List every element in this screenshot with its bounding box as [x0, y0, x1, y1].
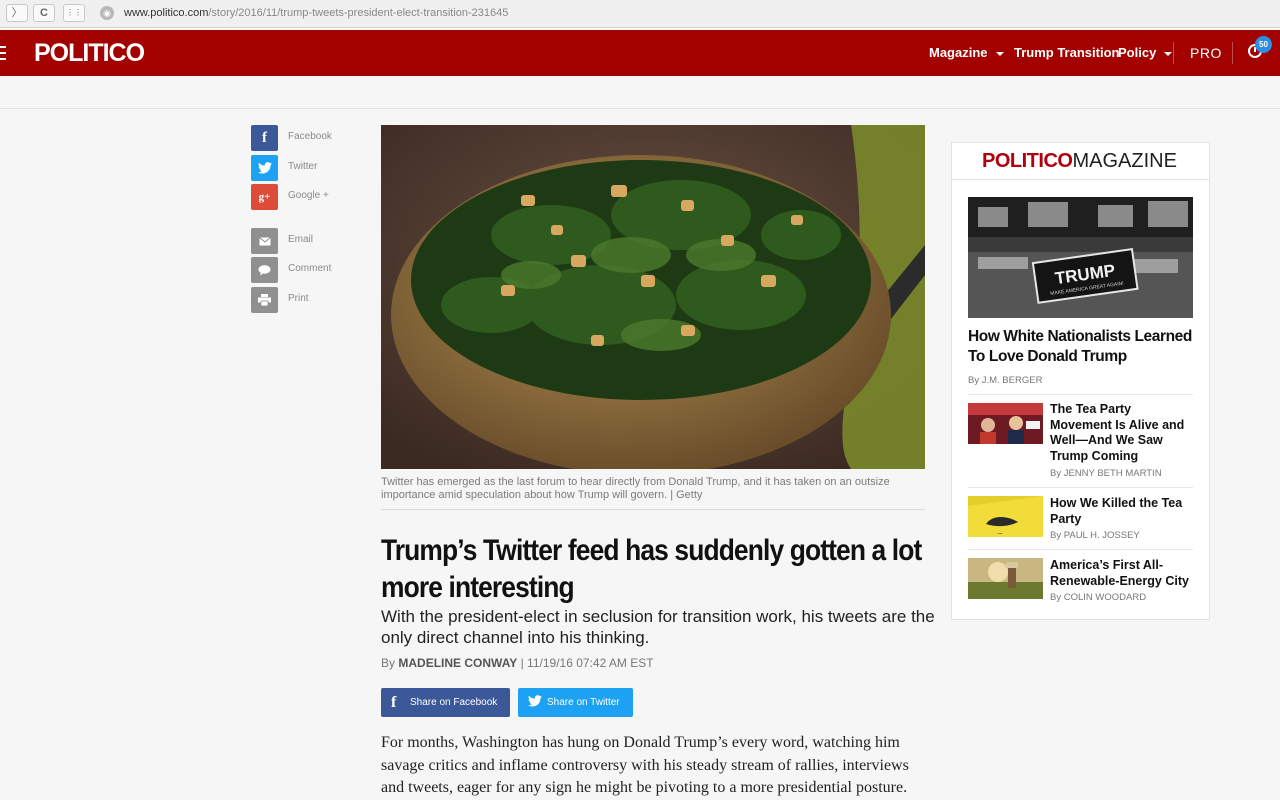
author-link[interactable]: MADELINE CONWAY	[398, 656, 517, 670]
nav-divider	[1173, 42, 1174, 64]
share-print-label: Print	[288, 293, 309, 304]
story-title[interactable]: How We Killed the Tea Party	[1050, 496, 1195, 527]
nav-magazine[interactable]: Magazine	[929, 30, 1004, 76]
story-title[interactable]: The Tea Party Movement Is Alive and Well…	[1050, 402, 1195, 464]
share-google[interactable]: g+ Google +	[251, 184, 361, 210]
story-divider	[968, 549, 1193, 550]
magazine-widget: POLITICOMAGAZINE TRUMP MAKE AMERICA GREA…	[951, 142, 1210, 620]
story-byline: By PAUL H. JOSSEY	[1050, 530, 1140, 541]
share-on-twitter-button[interactable]: Share on Twitter	[518, 688, 633, 717]
twitter-icon	[251, 155, 278, 181]
reload-button[interactable]: C	[33, 4, 55, 22]
chevron-down-icon	[1164, 51, 1173, 56]
site-header: POLITICO Magazine Trump Transition Polic…	[0, 30, 1280, 76]
url-path: /story/2016/11/trump-tweets-president-el…	[208, 7, 509, 19]
twitter-icon	[528, 695, 542, 707]
site-info-icon[interactable]: ◉	[100, 6, 114, 20]
share-on-twitter-label: Share on Twitter	[547, 697, 620, 708]
magazine-brand-politico: POLITICO	[982, 150, 1073, 172]
share-comment-label: Comment	[288, 263, 332, 274]
magazine-divider	[952, 179, 1209, 180]
menu-icon[interactable]	[0, 46, 6, 60]
story-byline: By COLIN WOODARD	[1050, 592, 1147, 603]
headline-line-2: more interesting	[381, 571, 575, 604]
byline-prefix: By	[381, 656, 396, 670]
magazine-brand-magazine: MAGAZINE	[1072, 150, 1177, 172]
share-email[interactable]: Email	[251, 228, 361, 254]
politico-logo[interactable]: POLITICO	[34, 39, 145, 68]
caption-divider	[381, 509, 925, 510]
notification-badge[interactable]: 50	[1255, 36, 1272, 53]
nav-divider	[1232, 42, 1233, 64]
article-timestamp: | 11/19/16 07:42 AM EST	[520, 656, 654, 670]
article-body: For months, Washington has hung on Donal…	[381, 734, 909, 796]
article-dek: With the president-elect in seclusion fo…	[381, 607, 935, 647]
article-headline: Trump’s Twitter feed has suddenly gotten…	[381, 532, 922, 606]
url-domain: www.politico.com	[124, 7, 209, 19]
nav-policy-label: Policy	[1118, 45, 1157, 60]
svg-text:...: ...	[998, 530, 1003, 536]
story-byline: By JENNY BETH MARTIN	[1050, 468, 1162, 479]
nav-policy[interactable]: Policy	[1118, 30, 1173, 76]
google-plus-icon: g+	[251, 184, 278, 210]
address-bar[interactable]: www.politico.com/story/2016/11/trump-twe…	[124, 7, 508, 19]
share-facebook-label: Facebook	[288, 131, 332, 142]
share-twitter-label: Twitter	[288, 161, 318, 172]
nav-magazine-label: Magazine	[929, 45, 988, 60]
featured-story-title[interactable]: How White Nationalists Learned To Love D…	[968, 327, 1198, 367]
share-on-facebook-label: Share on Facebook	[410, 697, 498, 708]
share-google-label: Google +	[288, 190, 329, 201]
hero-image	[381, 125, 925, 469]
share-facebook[interactable]: f Facebook	[251, 125, 361, 151]
story-thumbnail[interactable]	[968, 558, 1043, 599]
story-thumbnail[interactable]	[968, 403, 1043, 444]
image-caption: Twitter has emerged as the last forum to…	[381, 476, 890, 501]
apps-button[interactable]: ⋮⋮	[63, 4, 85, 22]
printer-icon	[251, 287, 278, 313]
share-email-label: Email	[288, 234, 314, 245]
chevron-down-icon	[995, 51, 1004, 56]
featured-story-image[interactable]: TRUMP MAKE AMERICA GREAT AGAIN!	[968, 197, 1193, 318]
facebook-icon: f	[391, 694, 397, 711]
magazine-brand[interactable]: POLITICOMAGAZINE	[982, 150, 1177, 173]
featured-story-byline: By J.M. BERGER	[968, 375, 1043, 386]
share-comment[interactable]: Comment	[251, 257, 361, 283]
story-thumbnail[interactable]: ...	[968, 496, 1043, 537]
share-on-facebook-button[interactable]: f Share on Facebook	[381, 688, 510, 717]
nav-pro[interactable]: PRO	[1190, 30, 1222, 76]
back-button[interactable]: 〉	[6, 4, 28, 22]
share-twitter[interactable]: Twitter	[251, 155, 361, 181]
nav-trump-transition[interactable]: Trump Transition	[1014, 30, 1119, 76]
header-divider	[0, 108, 1280, 109]
facebook-icon: f	[251, 125, 278, 151]
browser-toolbar: 〉 C ⋮⋮ ◉ www.politico.com/story/2016/11/…	[0, 0, 1280, 28]
comment-icon	[251, 257, 278, 283]
headline-line-1: Trump’s Twitter feed has suddenly gotten…	[381, 534, 922, 567]
story-divider	[968, 394, 1193, 395]
envelope-icon	[251, 228, 278, 254]
story-title[interactable]: America’s First All-Renewable-Energy Cit…	[1050, 558, 1195, 589]
story-divider	[968, 487, 1193, 488]
share-print[interactable]: Print	[251, 287, 361, 313]
article-byline: By MADELINE CONWAY | 11/19/16 07:42 AM E…	[381, 656, 654, 670]
